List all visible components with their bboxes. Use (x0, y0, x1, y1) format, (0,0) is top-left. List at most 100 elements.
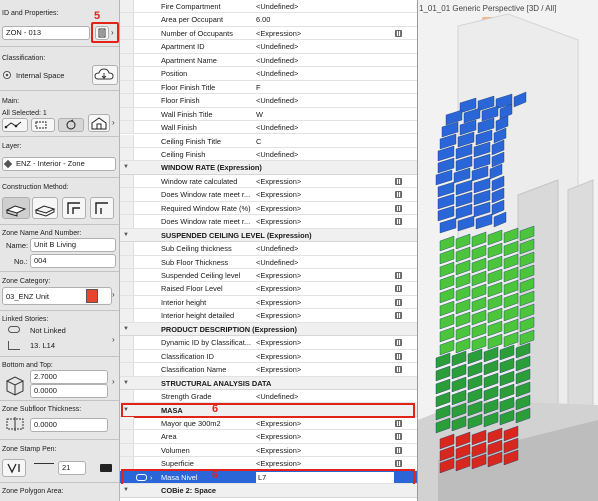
property-value[interactable]: <Undefined> (256, 67, 386, 80)
zone-slab-green[interactable] (439, 339, 455, 356)
zone-id-field[interactable]: ZON - 013 (2, 26, 90, 40)
expression-calculator-icon[interactable] (395, 419, 402, 427)
property-group-header[interactable]: ▼ MASA 6 (120, 402, 417, 418)
rectangle-method-button[interactable] (31, 118, 55, 132)
property-row[interactable]: Does Window rate meet r... <Expression> (120, 188, 417, 202)
property-value[interactable]: <Expression> (256, 202, 386, 215)
property-value[interactable]: <Undefined> (256, 121, 386, 134)
expression-calculator-icon[interactable] (395, 272, 402, 279)
expression-calculator-icon[interactable] (395, 29, 402, 37)
property-row[interactable]: Area <Expression> (120, 430, 417, 444)
property-row[interactable]: Number of Occupants <Expression> (120, 26, 417, 41)
property-row[interactable]: Dynamic ID by Classificat... <Expression> (120, 336, 417, 350)
zone-slab-green[interactable] (439, 248, 455, 265)
property-group-header[interactable]: ▼ STRUCTURAL ANALYSIS DATA (120, 376, 417, 391)
pen-button[interactable] (2, 459, 26, 477)
expression-calculator-icon[interactable] (395, 177, 402, 185)
property-row[interactable]: Mayor que 300m2 <Expression> (120, 416, 417, 431)
bottom-offset-field[interactable]: 0.0000 (30, 384, 108, 398)
property-value[interactable]: <Undefined> (256, 40, 386, 53)
expression-calculator-icon[interactable] (395, 298, 402, 306)
classification-button[interactable] (92, 65, 118, 85)
zone-slab-green[interactable] (439, 313, 455, 330)
chevron-right-icon[interactable]: › (112, 118, 115, 127)
disclosure-triangle-icon[interactable]: ▼ (123, 323, 129, 336)
property-row[interactable]: Interior height detailed <Expression> (120, 309, 417, 323)
zone-slab-green[interactable] (439, 274, 455, 291)
zone-slab-green[interactable] (439, 326, 455, 343)
reference-line-button[interactable] (90, 197, 114, 219)
chevron-right-icon[interactable]: › (112, 290, 115, 299)
property-row[interactable]: Wall Finish Title W (120, 107, 417, 122)
property-row[interactable]: Wall Finish <Undefined> (120, 121, 417, 135)
property-value[interactable]: <Expression> (256, 336, 386, 349)
chevron-right-icon[interactable]: › (111, 28, 114, 37)
zone-slab-blue[interactable] (439, 217, 457, 234)
property-row[interactable]: Sub Floor Thickness <Undefined> (120, 255, 417, 269)
zone-slab-green[interactable] (439, 235, 455, 252)
3d-view-window[interactable]: 1_01_01 Generic Perspective [3D / All] (418, 0, 598, 501)
property-value[interactable]: <Expression> (256, 417, 386, 430)
expression-calculator-icon[interactable] (395, 285, 402, 293)
property-row[interactable]: Raised Floor Level <Expression> (120, 282, 417, 296)
property-value[interactable]: <Expression> (256, 215, 386, 228)
expression-calculator-icon[interactable] (395, 460, 402, 468)
property-value[interactable]: <Expression> (256, 282, 386, 295)
zone-number-field[interactable]: 004 (30, 254, 116, 268)
property-row-selected[interactable]: Masa Nivel L7 › 6 (120, 468, 417, 486)
property-row[interactable]: Volumen <Expression> (120, 443, 417, 458)
property-row[interactable]: Apartment Name <Undefined> (120, 53, 417, 68)
property-group-header[interactable]: ▼ PRODUCT DESCRIPTION (Expression) (120, 322, 417, 337)
inner-edge-button[interactable] (62, 197, 86, 219)
property-value[interactable]: W (256, 108, 386, 121)
property-row[interactable]: Interior height <Expression> (120, 295, 417, 310)
property-row[interactable]: Required Window Rate (%) <Expression> (120, 201, 417, 216)
expression-calculator-icon[interactable] (395, 339, 402, 347)
property-value[interactable]: <Undefined> (256, 0, 386, 13)
property-value[interactable]: <Undefined> (256, 94, 386, 107)
rotated-method-button[interactable] (58, 118, 84, 132)
property-value[interactable]: <Expression> (256, 296, 386, 309)
disclosure-triangle-icon[interactable]: ▼ (123, 377, 129, 390)
layer-select[interactable]: ENZ - Interior - Zone (2, 157, 116, 171)
property-value[interactable]: <Undefined> (256, 256, 386, 269)
manual-construction-button[interactable] (2, 197, 30, 219)
property-value[interactable]: <Expression> (256, 269, 386, 282)
expression-calculator-icon[interactable] (395, 446, 402, 454)
stamp-pen-field[interactable]: 21 (58, 461, 86, 475)
zone-slab-green[interactable] (439, 261, 455, 278)
property-group-header[interactable]: ▼ WINDOW RATE (Expression) (120, 161, 417, 175)
property-value[interactable]: <Undefined> (256, 390, 386, 403)
property-row[interactable]: Classification Name <Expression> (120, 363, 417, 377)
property-value[interactable]: <Expression> (256, 350, 386, 363)
zone-slab-dark-green[interactable] (435, 352, 451, 369)
property-value[interactable]: <Undefined> (256, 242, 386, 255)
zone-name-field[interactable]: Unit B Living (30, 238, 116, 252)
zone-slab-green[interactable] (439, 287, 455, 304)
disclosure-triangle-icon[interactable]: ▼ (123, 229, 129, 242)
expression-calculator-icon[interactable] (395, 218, 402, 226)
auto-construction-button[interactable] (32, 197, 58, 219)
property-row[interactable]: Position <Undefined> (120, 67, 417, 81)
property-value[interactable]: <Expression> (256, 175, 386, 188)
property-row[interactable]: Window rate calculated <Expression> (120, 174, 417, 189)
property-row[interactable]: Sub Ceiling thickness <Undefined> (120, 242, 417, 256)
property-value[interactable]: <Expression> (256, 27, 386, 40)
property-row[interactable]: Apartment ID <Undefined> (120, 40, 417, 54)
property-value[interactable]: <Expression> (256, 444, 386, 457)
property-row[interactable]: Floor Finish <Undefined> (120, 94, 417, 108)
disclosure-triangle-icon[interactable]: ▼ (123, 484, 129, 497)
expression-calculator-icon[interactable] (395, 191, 402, 199)
property-value[interactable]: C (256, 135, 386, 148)
zone-slab-dark-green[interactable] (435, 365, 451, 382)
property-value[interactable]: <Undefined> (256, 54, 386, 67)
property-value[interactable]: <Expression> (256, 309, 386, 322)
top-offset-field[interactable]: 2.7000 (30, 370, 108, 384)
zone-slab-dark-green[interactable] (435, 378, 451, 395)
zone-slab-dark-green[interactable] (435, 391, 451, 408)
property-row[interactable]: Floor Finish Title F (120, 80, 417, 95)
zone-stamp-button[interactable] (88, 114, 110, 132)
property-row[interactable]: Fire Compartment <Undefined> (120, 0, 417, 14)
property-value[interactable]: F (256, 81, 386, 94)
expression-calculator-icon[interactable] (395, 433, 402, 441)
